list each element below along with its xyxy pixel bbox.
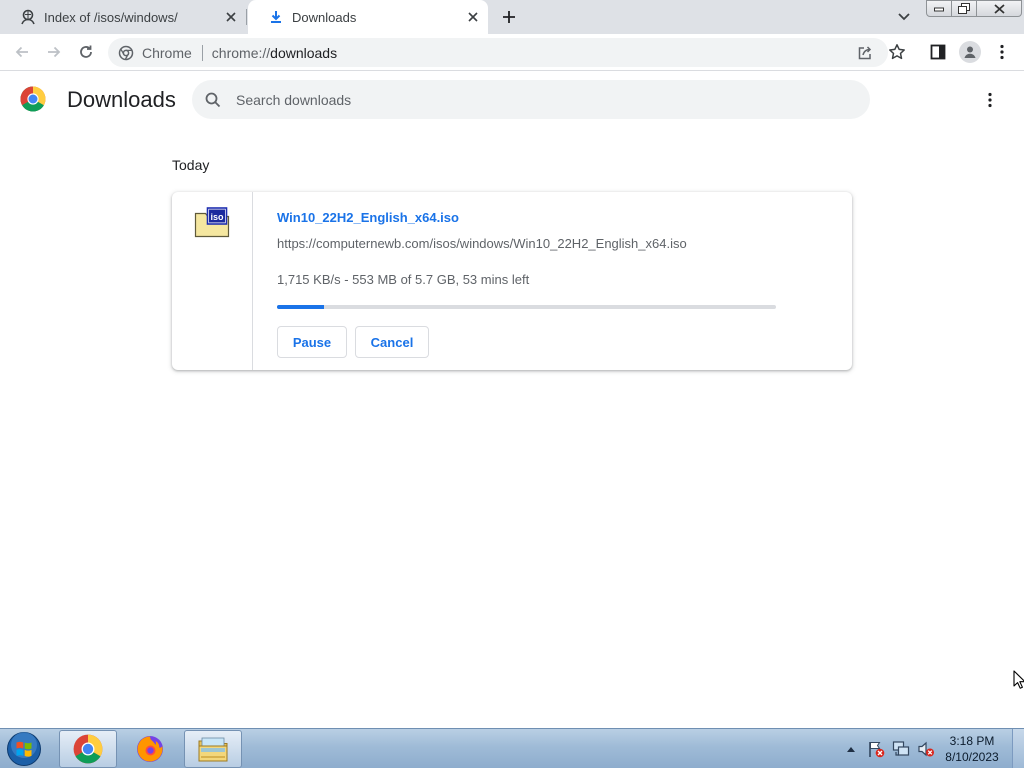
triangle-up-icon — [847, 747, 855, 752]
clock-time: 3:18 PM — [949, 734, 995, 748]
download-source-url: https://computernewb.com/isos/windows/Wi… — [277, 236, 687, 251]
network-button[interactable] — [890, 738, 912, 760]
vertical-dots-icon — [988, 92, 992, 108]
close-icon — [993, 3, 1005, 14]
volume-muted-icon — [918, 741, 934, 757]
download-icon-column: iso — [172, 192, 253, 370]
tab-title: Downloads — [292, 9, 357, 25]
network-icon — [892, 741, 910, 756]
search-input[interactable] — [236, 89, 836, 111]
star-icon — [889, 44, 905, 60]
chrome-menu-button[interactable] — [990, 40, 1014, 64]
taskbar-explorer-button[interactable] — [184, 730, 242, 768]
url-text: chrome://downloads — [212, 45, 337, 61]
page-title: Downloads — [67, 87, 176, 112]
restore-button[interactable] — [951, 0, 977, 17]
chrome-icon — [73, 734, 103, 764]
tab-strip: Index of /isos/windows/ Downloads — [0, 0, 1024, 34]
minimize-button[interactable] — [926, 0, 952, 17]
tab-index-of-isos[interactable]: Index of /isos/windows/ — [0, 0, 246, 34]
address-bar[interactable]: Chrome chrome://downloads — [108, 38, 888, 67]
volume-button[interactable] — [915, 738, 937, 760]
download-progress-fill — [277, 305, 324, 309]
reload-icon — [80, 45, 92, 58]
firefox-icon — [137, 736, 163, 762]
plus-icon — [503, 11, 515, 23]
tab-title: Index of /isos/windows/ — [44, 9, 178, 25]
chevron-down-icon — [898, 13, 910, 21]
clock-date: 8/10/2023 — [945, 750, 999, 764]
arrow-left-icon — [15, 46, 28, 58]
url-path: downloads — [270, 44, 338, 61]
file-explorer-icon — [198, 737, 228, 762]
system-tray — [840, 729, 940, 768]
close-tab-icon[interactable] — [222, 8, 240, 26]
vertical-dots-icon — [1000, 44, 1004, 60]
bookmark-button[interactable] — [888, 43, 906, 61]
tab-separator — [246, 9, 247, 25]
globe-user-icon — [20, 9, 36, 25]
profile-button[interactable] — [958, 40, 982, 64]
minimize-icon — [934, 7, 944, 11]
arrow-right-icon — [48, 46, 61, 58]
windows-orb-icon — [7, 732, 41, 766]
start-button[interactable] — [4, 730, 44, 768]
chrome-logo-icon — [20, 86, 46, 112]
url-scheme: chrome:// — [211, 44, 271, 61]
downloads-more-menu[interactable] — [978, 88, 1002, 112]
download-icon — [268, 9, 284, 25]
search-icon — [205, 92, 221, 108]
show-desktop-button[interactable] — [1012, 729, 1024, 768]
person-icon — [964, 46, 976, 58]
downloads-search[interactable] — [192, 80, 870, 119]
new-tab-button[interactable] — [497, 5, 521, 29]
browser-toolbar: Chrome chrome://downloads — [0, 34, 1024, 71]
chrome-page-icon — [118, 45, 134, 61]
flag-error-icon — [869, 742, 885, 758]
omnibox-divider — [201, 44, 203, 61]
iso-file-icon: iso — [194, 207, 230, 238]
system-clock[interactable]: 3:18 PM 8/10/2023 — [940, 733, 1004, 765]
site-chip: Chrome — [142, 44, 192, 61]
tab-search-button[interactable] — [893, 6, 915, 28]
mouse-pointer-icon — [1013, 670, 1024, 689]
avatar — [959, 41, 981, 63]
browser-window: Index of /isos/windows/ Downloads Chrome… — [0, 0, 1024, 768]
download-status-text: 1,715 KB/s - 553 MB of 5.7 GB, 53 mins l… — [277, 272, 530, 287]
forward-button[interactable] — [42, 40, 66, 64]
back-button[interactable] — [10, 40, 34, 64]
windows-taskbar: 3:18 PM 8/10/2023 — [0, 728, 1024, 768]
close-tab-icon[interactable] — [464, 8, 482, 26]
share-button[interactable] — [856, 44, 874, 62]
download-file-link[interactable]: Win10_22H2_English_x64.iso — [277, 210, 459, 225]
taskbar-chrome-button[interactable] — [59, 730, 117, 768]
taskbar-firefox-button[interactable] — [121, 730, 179, 768]
show-hidden-icons-button[interactable] — [840, 738, 862, 760]
reload-button[interactable] — [74, 40, 98, 64]
side-panel-button[interactable] — [926, 40, 950, 64]
download-progress-bar — [277, 305, 776, 309]
action-center-button[interactable] — [865, 738, 887, 760]
download-item-card: iso Win10_22H2_English_x64.iso https://c… — [172, 192, 852, 370]
pause-button[interactable]: Pause — [277, 326, 347, 358]
close-window-button[interactable] — [976, 0, 1022, 17]
window-controls — [926, 0, 1022, 18]
tab-downloads[interactable]: Downloads — [248, 0, 488, 34]
downloads-header: Downloads — [0, 72, 1024, 128]
side-panel-icon — [930, 44, 946, 60]
svg-text:iso: iso — [210, 212, 224, 222]
share-icon — [858, 46, 872, 60]
restore-icon — [958, 3, 970, 14]
date-section-label: Today — [172, 157, 210, 173]
cancel-button[interactable]: Cancel — [355, 326, 429, 358]
